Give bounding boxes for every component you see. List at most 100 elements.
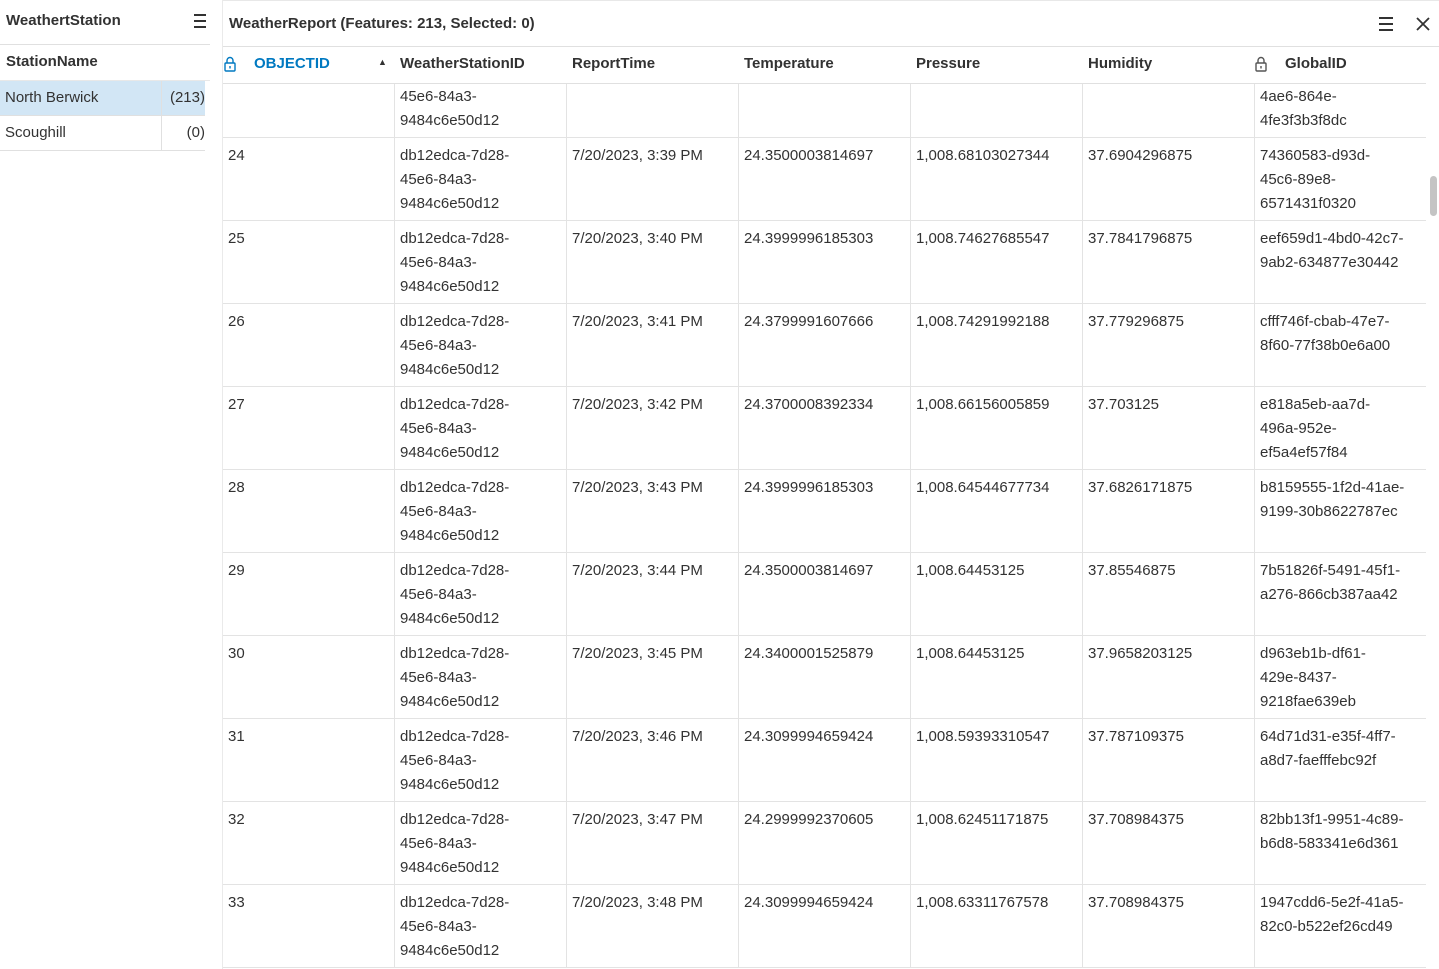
table-row[interactable]: 29 db12edca-7d28- 45e6-84a3- 9484c6e50d12… bbox=[223, 553, 1426, 636]
cell-station: db12edca-7d28- 45e6-84a3- 9484c6e50d12 bbox=[394, 138, 566, 220]
cell-humidity: 37.6826171875 bbox=[1082, 470, 1254, 552]
table-cell bbox=[910, 84, 1082, 137]
cell-objectid: 28 bbox=[228, 479, 245, 496]
cell-temperature: 24.3999996185303 bbox=[738, 470, 910, 552]
station-panel-menu-icon[interactable] bbox=[192, 12, 208, 30]
table-row[interactable]: 26 db12edca-7d28- 45e6-84a3- 9484c6e50d12… bbox=[223, 304, 1426, 387]
cell-globalid: 82bb13f1-9951-4c89- b6d8-583341e6d361 bbox=[1254, 802, 1426, 884]
table-cell bbox=[566, 84, 738, 137]
cell-objectid: 25 bbox=[228, 230, 245, 247]
cell-time: 7/20/2023, 3:48 PM bbox=[566, 885, 738, 967]
cell-globalid: 1947cdd6-5e2f-41a5- 82c0-b522ef26cd49 bbox=[1254, 885, 1426, 967]
cell-objectid: 30 bbox=[228, 645, 245, 662]
cell-time: 7/20/2023, 3:43 PM bbox=[566, 470, 738, 552]
station-count: (213) bbox=[161, 81, 205, 115]
cell-globalid: 7b51826f-5491-45f1- a276-866cb387aa42 bbox=[1254, 553, 1426, 635]
table-row[interactable]: 25 db12edca-7d28- 45e6-84a3- 9484c6e50d12… bbox=[223, 221, 1426, 304]
table-cell bbox=[1082, 84, 1254, 137]
cell-temperature: 24.3700008392334 bbox=[738, 387, 910, 469]
cell-objectid: 33 bbox=[228, 894, 245, 911]
column-header-humidity[interactable]: Humidity bbox=[1082, 47, 1254, 84]
cell-time: 7/20/2023, 3:44 PM bbox=[566, 553, 738, 635]
cell-globalid: 74360583-d93d- 45c6-89e8- 6571431f0320 bbox=[1254, 138, 1426, 220]
column-header-objectid[interactable]: OBJECTID ▲ bbox=[223, 47, 394, 84]
column-header-label: ReportTime bbox=[572, 55, 656, 72]
cell-globalid: eef659d1-4bd0-42c7- 9ab2-634877e30442 bbox=[1254, 221, 1426, 303]
cell-humidity: 37.703125 bbox=[1082, 387, 1254, 469]
column-header-weatherstationid[interactable]: WeatherStationID bbox=[394, 47, 566, 84]
column-header-pressure[interactable]: Pressure bbox=[910, 47, 1082, 84]
table-row[interactable]: 30 db12edca-7d28- 45e6-84a3- 9484c6e50d12… bbox=[223, 636, 1426, 719]
table-row[interactable]: 28 db12edca-7d28- 45e6-84a3- 9484c6e50d12… bbox=[223, 470, 1426, 553]
column-header-label: Humidity bbox=[1088, 55, 1153, 72]
table-row[interactable]: 27 db12edca-7d28- 45e6-84a3- 9484c6e50d12… bbox=[223, 387, 1426, 470]
sort-ascending-icon[interactable]: ▲ bbox=[378, 57, 387, 67]
column-header-temperature[interactable]: Temperature bbox=[738, 47, 910, 84]
table-cell bbox=[223, 84, 394, 137]
cell-globalid: cfff746f-cbab-47e7- 8f60-77f38b0e6a00 bbox=[1254, 304, 1426, 386]
table-row[interactable]: 33 db12edca-7d28- 45e6-84a3- 9484c6e50d12… bbox=[223, 885, 1426, 968]
column-header-label: OBJECTID bbox=[254, 55, 330, 72]
cell-weatherstationid: 45e6-84a3- 9484c6e50d12 bbox=[394, 84, 566, 137]
table-body[interactable]: 45e6-84a3- 9484c6e50d12 4ae6-864e- 4fe3f3… bbox=[223, 84, 1426, 969]
cell-time: 7/20/2023, 3:47 PM bbox=[566, 802, 738, 884]
table-row[interactable]: 24 db12edca-7d28- 45e6-84a3- 9484c6e50d12… bbox=[223, 138, 1426, 221]
station-panel: WeathertStation StationName North Berwic… bbox=[0, 0, 210, 969]
cell-humidity: 37.85546875 bbox=[1082, 553, 1254, 635]
table-menu-icon[interactable] bbox=[1378, 15, 1394, 33]
column-header-reporttime[interactable]: ReportTime bbox=[566, 47, 738, 84]
cell-time: 7/20/2023, 3:39 PM bbox=[566, 138, 738, 220]
cell-station: db12edca-7d28- 45e6-84a3- 9484c6e50d12 bbox=[394, 470, 566, 552]
station-panel-header: WeathertStation bbox=[0, 0, 210, 45]
station-name-column-header[interactable]: StationName bbox=[0, 45, 210, 81]
column-header-label: Temperature bbox=[744, 55, 834, 72]
cell-pressure: 1,008.64544677734 bbox=[910, 470, 1082, 552]
cell-globalid: 4ae6-864e- 4fe3f3b3f8dc bbox=[1254, 84, 1426, 137]
cell-globalid: d963eb1b-df61- 429e-8437- 9218fae639eb bbox=[1254, 636, 1426, 718]
cell-pressure: 1,008.66156005859 bbox=[910, 387, 1082, 469]
cell-temperature: 24.3099994659424 bbox=[738, 719, 910, 801]
cell-humidity: 37.708984375 bbox=[1082, 802, 1254, 884]
station-row[interactable]: North Berwick (213) bbox=[0, 81, 205, 116]
vertical-scrollbar[interactable] bbox=[1426, 84, 1439, 969]
station-name: Scoughill bbox=[5, 124, 66, 141]
cell-objectid: 32 bbox=[228, 811, 245, 828]
cell-pressure: 1,008.74627685547 bbox=[910, 221, 1082, 303]
station-count: (0) bbox=[161, 116, 205, 150]
station-row[interactable]: Scoughill (0) bbox=[0, 116, 205, 151]
cell-station: db12edca-7d28- 45e6-84a3- 9484c6e50d12 bbox=[394, 802, 566, 884]
cell-humidity: 37.779296875 bbox=[1082, 304, 1254, 386]
cell-temperature: 24.2999992370605 bbox=[738, 802, 910, 884]
column-header-label: Pressure bbox=[916, 55, 981, 72]
cell-time: 7/20/2023, 3:40 PM bbox=[566, 221, 738, 303]
cell-temperature: 24.3999996185303 bbox=[738, 221, 910, 303]
table-row[interactable]: 31 db12edca-7d28- 45e6-84a3- 9484c6e50d12… bbox=[223, 719, 1426, 802]
cell-pressure: 1,008.59393310547 bbox=[910, 719, 1082, 801]
station-name-column-label: StationName bbox=[6, 53, 98, 70]
cell-humidity: 37.708984375 bbox=[1082, 885, 1254, 967]
cell-globalid: 64d71d31-e35f-4ff7- a8d7-faefffebc92f bbox=[1254, 719, 1426, 801]
cell-temperature: 24.3400001525879 bbox=[738, 636, 910, 718]
cell-temperature: 24.3500003814697 bbox=[738, 553, 910, 635]
column-header-globalid[interactable]: GlobalID bbox=[1254, 47, 1426, 84]
report-table-title: WeatherReport (Features: 213, Selected: … bbox=[229, 15, 535, 32]
cell-time: 7/20/2023, 3:41 PM bbox=[566, 304, 738, 386]
close-icon[interactable] bbox=[1415, 15, 1431, 33]
cell-station: db12edca-7d28- 45e6-84a3- 9484c6e50d12 bbox=[394, 304, 566, 386]
cell-objectid: 27 bbox=[228, 396, 245, 413]
scrollbar-thumb[interactable] bbox=[1430, 176, 1437, 216]
lock-icon bbox=[1254, 56, 1268, 72]
station-panel-title: WeathertStation bbox=[6, 12, 121, 29]
cell-objectid: 29 bbox=[228, 562, 245, 579]
report-table-header: WeatherReport (Features: 213, Selected: … bbox=[223, 0, 1439, 47]
cell-humidity: 37.787109375 bbox=[1082, 719, 1254, 801]
cell-station: db12edca-7d28- 45e6-84a3- 9484c6e50d12 bbox=[394, 221, 566, 303]
cell-humidity: 37.9658203125 bbox=[1082, 636, 1254, 718]
column-header-label: WeatherStationID bbox=[400, 55, 525, 72]
cell-temperature: 24.3799991607666 bbox=[738, 304, 910, 386]
table-row-partial[interactable]: 45e6-84a3- 9484c6e50d12 4ae6-864e- 4fe3f3… bbox=[223, 84, 1426, 138]
cell-station: db12edca-7d28- 45e6-84a3- 9484c6e50d12 bbox=[394, 636, 566, 718]
cell-station: db12edca-7d28- 45e6-84a3- 9484c6e50d12 bbox=[394, 719, 566, 801]
cell-humidity: 37.6904296875 bbox=[1082, 138, 1254, 220]
table-row[interactable]: 32 db12edca-7d28- 45e6-84a3- 9484c6e50d12… bbox=[223, 802, 1426, 885]
